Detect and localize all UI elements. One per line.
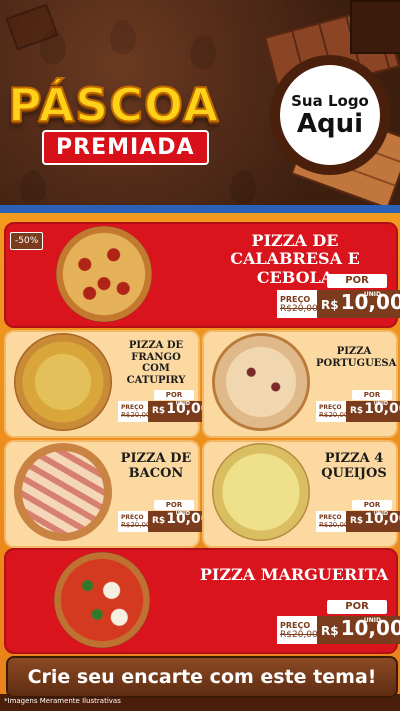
egg-pattern-icon <box>110 20 136 54</box>
currency-symbol: R$ <box>350 516 364 526</box>
price-tag: POR PREÇO R$20,00 R$ 10,00 UNID <box>118 500 215 532</box>
old-price: R$20,00 <box>280 303 318 314</box>
currency-symbol: R$ <box>152 406 166 416</box>
price-por-label: POR <box>154 390 194 400</box>
unit-label: UNID <box>373 511 388 517</box>
unit-label: UNID <box>175 401 190 407</box>
currency-symbol: R$ <box>350 406 364 416</box>
old-price: R$20,00 <box>121 411 151 419</box>
price-por-label: POR <box>327 600 387 614</box>
product-name: PIZZA MARGUERITA <box>199 565 389 584</box>
egg-pattern-icon <box>230 170 256 204</box>
price-tag: POR PREÇO R$20,00 R$ 10,00 UNID <box>277 274 400 318</box>
price-tag: POR PREÇO R$20,00 R$ 10,00 UNID <box>316 500 400 532</box>
logo-placeholder: Sua Logo Aqui <box>280 65 380 165</box>
page-subtitle: PREMIADA <box>42 130 209 165</box>
old-price: R$20,00 <box>280 629 318 640</box>
pizza-image <box>56 226 152 322</box>
unit-label: UNID <box>363 291 381 298</box>
product-name: PIZZA 4 QUEIJOS <box>321 451 387 481</box>
product-name: PIZZA DE BACON <box>120 451 192 481</box>
price-tag: POR PREÇO R$20,00 R$ 10,00 UNID <box>316 390 400 422</box>
price-por-label: POR <box>154 500 194 510</box>
product-name: PIZZA DE FRANGO COM CATUPIRY <box>126 340 186 386</box>
unit-label: UNID <box>175 511 190 517</box>
currency-symbol: R$ <box>152 516 166 526</box>
pizza-image <box>14 443 112 541</box>
price-preco-label: PREÇO <box>319 514 342 521</box>
egg-pattern-icon <box>20 170 46 204</box>
pizza-image <box>14 333 112 431</box>
currency-symbol: R$ <box>321 298 339 312</box>
unit-label: UNID <box>363 617 381 624</box>
price-preco-label: PREÇO <box>319 404 342 411</box>
cta-banner[interactable]: Crie seu encarte com este tema! <box>6 656 398 698</box>
product-name: PIZZA PORTUGUESA <box>316 346 397 369</box>
old-price: R$20,00 <box>319 521 349 529</box>
unit-label: UNID <box>373 401 388 407</box>
egg-pattern-icon <box>190 35 216 69</box>
pizza-image <box>212 443 310 541</box>
page-title: PÁSCOA <box>7 77 220 133</box>
price-tag: POR PREÇO R$20,00 R$ 10,00 UNID <box>118 390 215 422</box>
price-por-label: POR <box>352 390 392 400</box>
logo-line-2: Aqui <box>296 109 364 139</box>
pizza-image <box>212 333 310 431</box>
discount-badge: -50% <box>10 232 44 250</box>
chocolate-bar-icon <box>350 0 400 54</box>
price-preco-label: PREÇO <box>280 620 311 630</box>
price-por-label: POR <box>327 274 387 288</box>
price-preco-label: PREÇO <box>280 294 311 304</box>
price-preco-label: PREÇO <box>121 514 144 521</box>
pizza-image <box>54 552 150 648</box>
old-price: R$20,00 <box>319 411 349 419</box>
price-tag: POR PREÇO R$20,00 R$ 10,00 UNID <box>277 600 400 644</box>
currency-symbol: R$ <box>321 624 339 638</box>
old-price: R$20,00 <box>121 521 151 529</box>
price-preco-label: PREÇO <box>121 404 144 411</box>
footnote: *Imagens Meramente Ilustrativas <box>4 697 121 705</box>
logo-line-1: Sua Logo <box>291 92 369 110</box>
price-por-label: POR <box>352 500 392 510</box>
